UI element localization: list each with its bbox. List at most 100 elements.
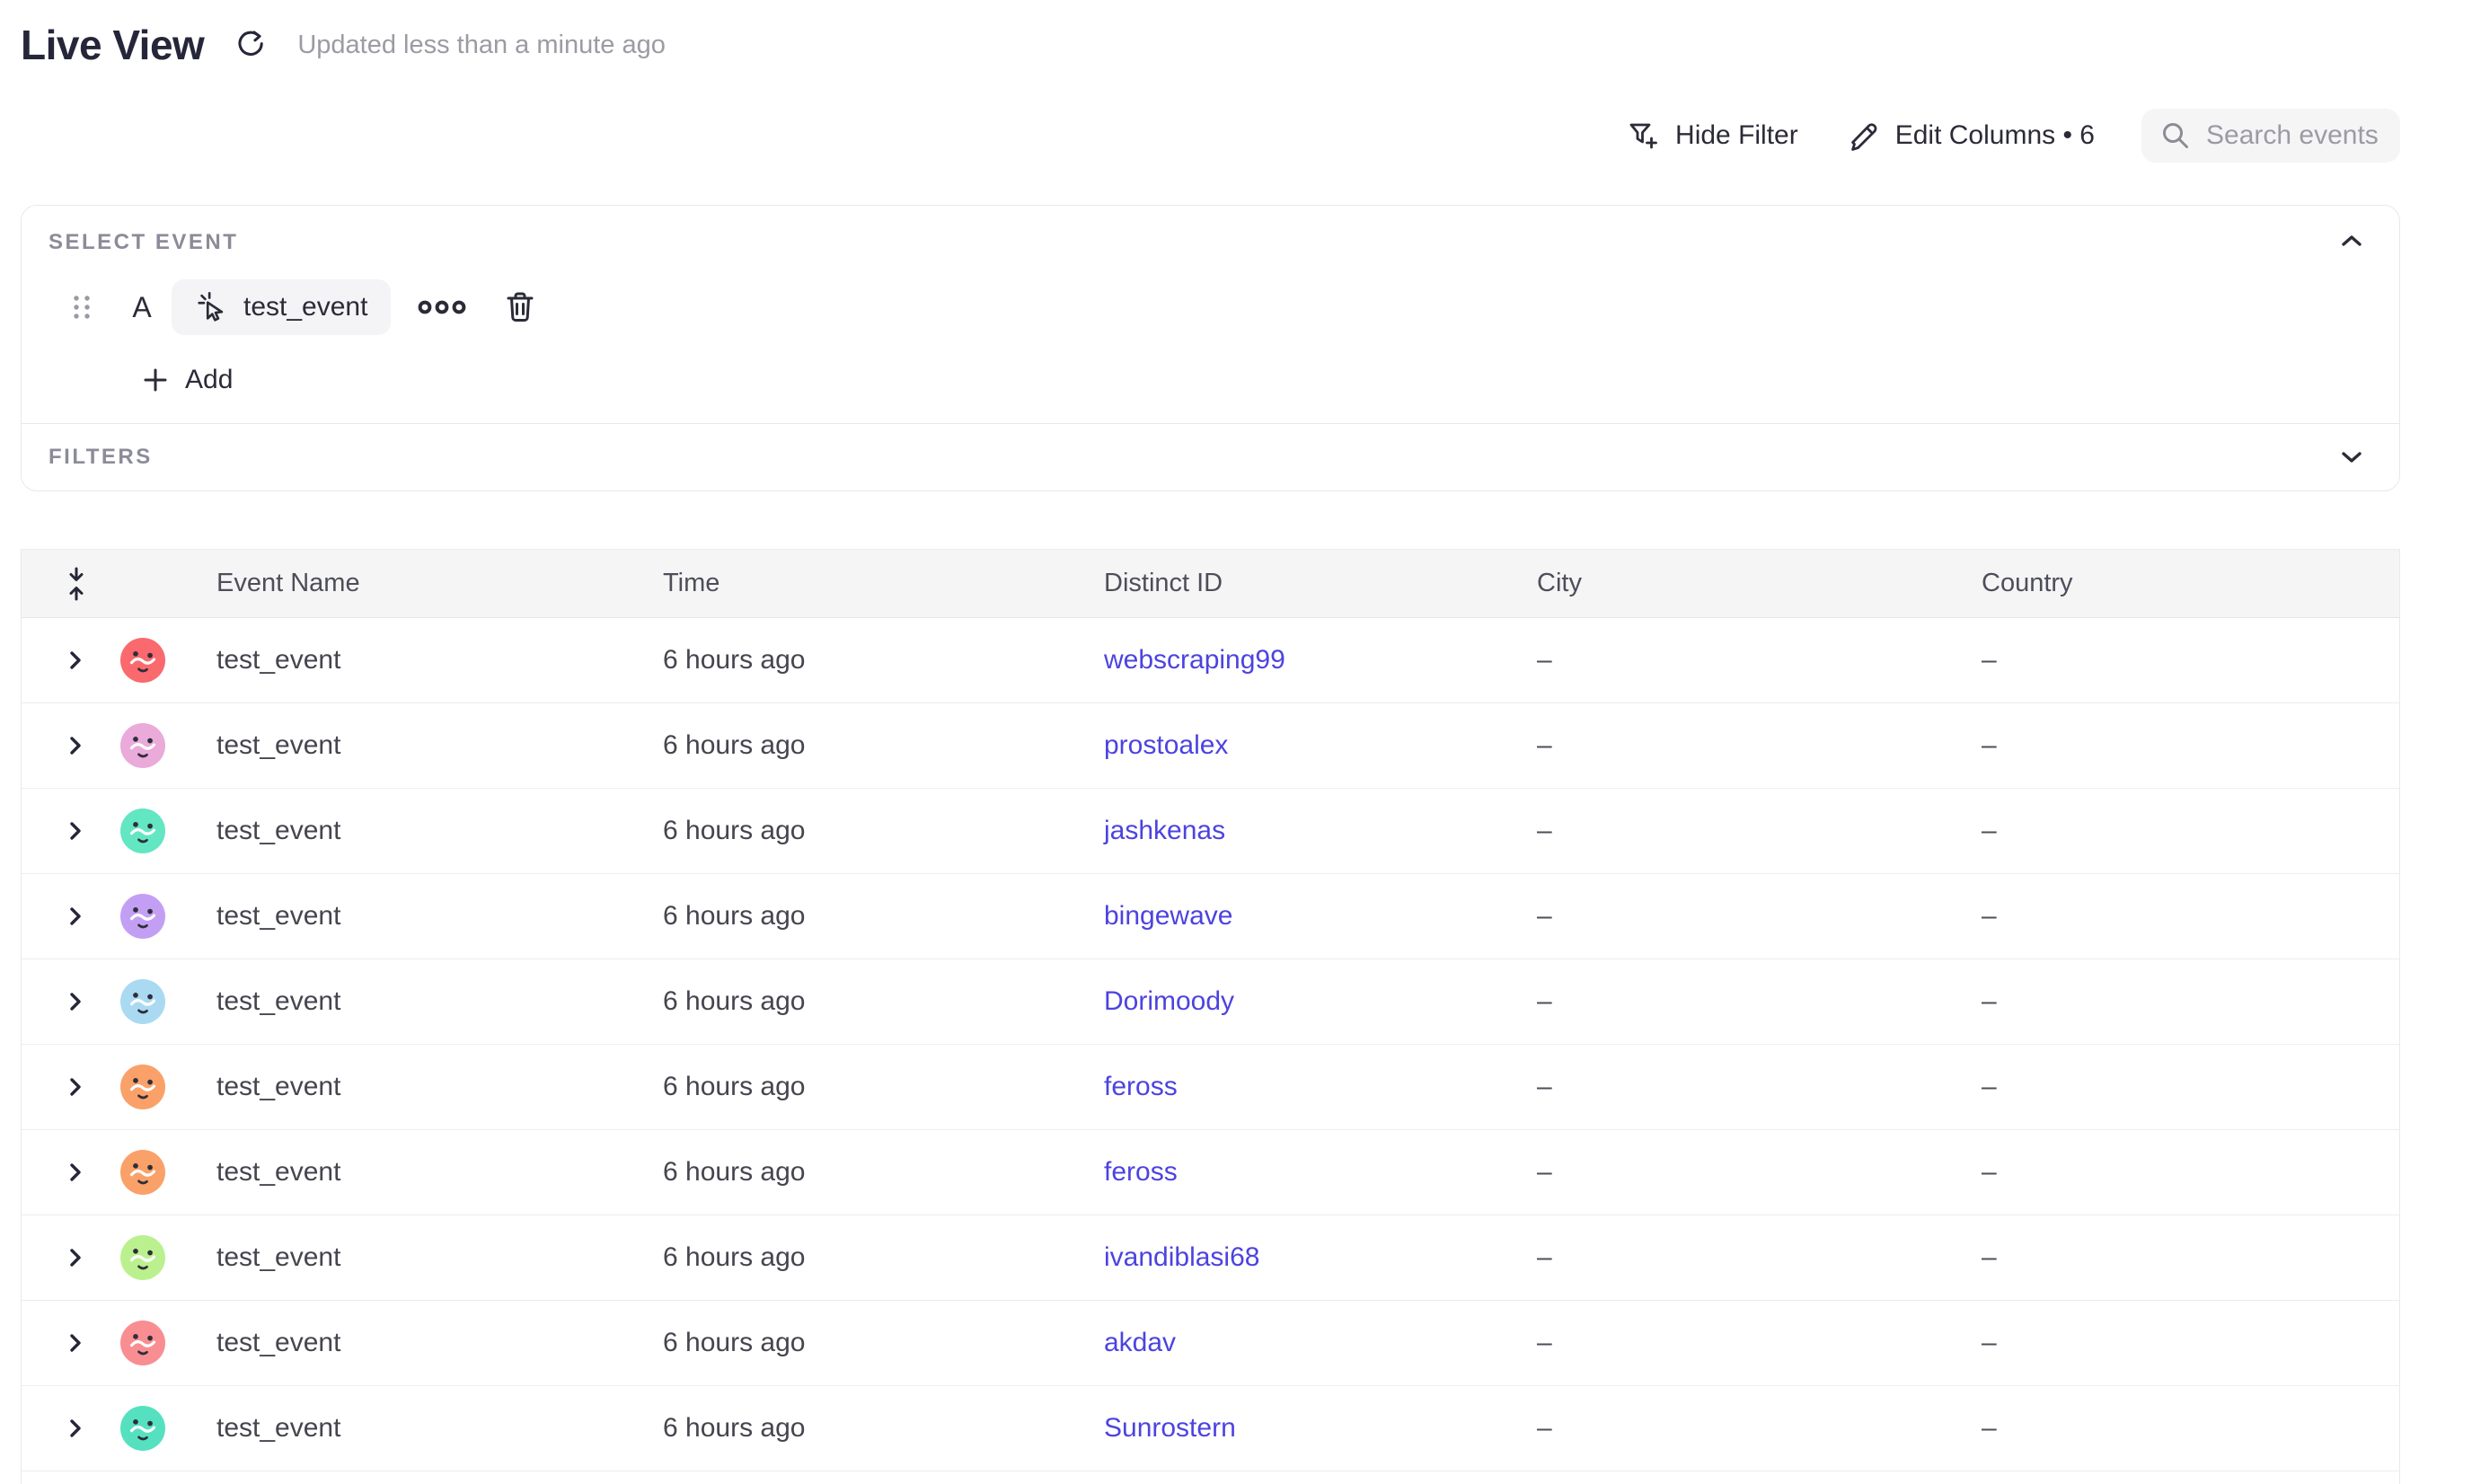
time-cell: 6 hours ago (663, 645, 1104, 676)
avatar (120, 1235, 165, 1280)
country-cell: – (1982, 901, 2399, 932)
avatar-face-icon (120, 1064, 165, 1109)
row-expander-button[interactable] (68, 821, 106, 841)
country-cell: – (1982, 645, 2399, 676)
column-header-time: Time (663, 569, 1104, 598)
chevron-right-icon (68, 650, 83, 670)
country-cell: – (1982, 1413, 2399, 1444)
filters-section[interactable]: FILTERS (22, 424, 2399, 490)
add-row: Add (49, 362, 2372, 398)
distinct-id-link[interactable]: webscraping99 (1104, 645, 1285, 675)
distinct-id-link[interactable]: jashkenas (1104, 816, 1225, 845)
avatar (120, 1150, 165, 1195)
live-view-page: Live View Updated less than a minute ago… (0, 20, 2472, 1484)
collapse-section-button[interactable] (2340, 233, 2363, 249)
avatar-face-icon (120, 1150, 165, 1195)
row-expander-button[interactable] (68, 736, 106, 755)
search-box (2141, 109, 2400, 163)
event-query-row: A test_event (49, 279, 2372, 335)
collapse-all-rows-button[interactable] (64, 567, 106, 601)
time-cell: 6 hours ago (663, 816, 1104, 846)
row-expander-button[interactable] (68, 650, 106, 670)
table-row: test_event 6 hours ago jashkenas – – (22, 789, 2399, 874)
distinct-id-link[interactable]: feross (1104, 1157, 1178, 1187)
table-row: test_event 6 hours ago feross – – (22, 1130, 2399, 1215)
country-cell: – (1982, 1157, 2399, 1188)
distinct-id-link[interactable]: feross (1104, 1072, 1178, 1101)
selected-event-chip[interactable]: test_event (172, 279, 391, 335)
distinct-id-cell: Sunrostern (1104, 1413, 1537, 1444)
avatar (120, 894, 165, 939)
distinct-id-link[interactable]: akdav (1104, 1328, 1176, 1357)
refresh-icon (234, 29, 267, 61)
row-expander-button[interactable] (68, 1248, 106, 1268)
edit-columns-label: Edit Columns • 6 (1895, 120, 2095, 151)
chevron-right-icon (68, 1418, 83, 1438)
distinct-id-cell: prostoalex (1104, 730, 1537, 761)
table-row: test_event 6 hours ago bingewave – – (22, 874, 2399, 959)
ellipsis-icon (418, 298, 466, 316)
table-body: test_event 6 hours ago webscraping99 – – (22, 618, 2399, 1471)
row-expander-button[interactable] (68, 1162, 106, 1182)
avatar-cell (106, 1064, 216, 1109)
chevron-right-icon (68, 1162, 83, 1182)
event-name-cell: test_event (216, 645, 663, 676)
filter-plus-icon (1625, 118, 1661, 154)
edit-columns-button[interactable]: Edit Columns • 6 (1845, 118, 2095, 154)
series-letter: A (130, 291, 154, 324)
chevron-right-icon (68, 1333, 83, 1353)
row-expander-button[interactable] (68, 1077, 106, 1097)
more-options-button[interactable] (418, 298, 466, 316)
row-expander-button[interactable] (68, 1418, 106, 1438)
selected-event-name: test_event (243, 292, 367, 322)
query-builder-panel: SELECT EVENT A (21, 205, 2400, 491)
row-expander-button[interactable] (68, 1333, 106, 1353)
city-cell: – (1537, 986, 1982, 1017)
time-cell: 6 hours ago (663, 1328, 1104, 1358)
distinct-id-link[interactable]: ivandiblasi68 (1104, 1242, 1259, 1272)
country-cell: – (1982, 986, 2399, 1017)
avatar (120, 808, 165, 853)
avatar-cell (106, 1321, 216, 1365)
chevron-right-icon (68, 906, 83, 926)
add-label: Add (185, 365, 233, 395)
delete-event-button[interactable] (502, 288, 538, 326)
search-icon (2159, 119, 2192, 152)
hide-filter-button[interactable]: Hide Filter (1625, 118, 1798, 154)
distinct-id-link[interactable]: prostoalex (1104, 730, 1228, 760)
table-row: test_event 6 hours ago Sunrostern – – (22, 1386, 2399, 1471)
distinct-id-cell: webscraping99 (1104, 645, 1537, 676)
row-expander-button[interactable] (68, 906, 106, 926)
updated-status: Updated less than a minute ago (297, 31, 666, 60)
avatar-face-icon (120, 979, 165, 1024)
time-cell: 6 hours ago (663, 730, 1104, 761)
distinct-id-link[interactable]: bingewave (1104, 901, 1232, 931)
event-name-cell: test_event (216, 986, 663, 1017)
avatar (120, 723, 165, 768)
table-row: test_event 6 hours ago ivandiblasi68 – – (22, 1215, 2399, 1301)
drag-handle-icon[interactable] (71, 293, 93, 322)
event-name-cell: test_event (216, 1072, 663, 1102)
city-cell: – (1537, 645, 1982, 676)
city-cell: – (1537, 1072, 1982, 1102)
event-name-cell: test_event (216, 901, 663, 932)
chevron-down-icon (2340, 449, 2363, 465)
avatar-cell (106, 723, 216, 768)
distinct-id-link[interactable]: Dorimoody (1104, 986, 1234, 1016)
time-cell: 6 hours ago (663, 1242, 1104, 1273)
time-cell: 6 hours ago (663, 1157, 1104, 1188)
avatar-cell (106, 638, 216, 683)
add-event-button[interactable]: Add (142, 365, 233, 395)
search-input[interactable] (2206, 120, 2382, 151)
event-name-cell: test_event (216, 1242, 663, 1273)
event-name-cell: test_event (216, 1328, 663, 1358)
chevron-right-icon (68, 992, 83, 1011)
event-name-cell: test_event (216, 816, 663, 846)
select-event-label: SELECT EVENT (49, 229, 2372, 256)
cursor-click-icon (195, 290, 229, 324)
toolbar: Hide Filter Edit Columns • 6 (21, 108, 2400, 163)
refresh-button[interactable] (234, 29, 267, 61)
row-expander-button[interactable] (68, 992, 106, 1011)
distinct-id-link[interactable]: Sunrostern (1104, 1413, 1236, 1443)
avatar-cell (106, 894, 216, 939)
